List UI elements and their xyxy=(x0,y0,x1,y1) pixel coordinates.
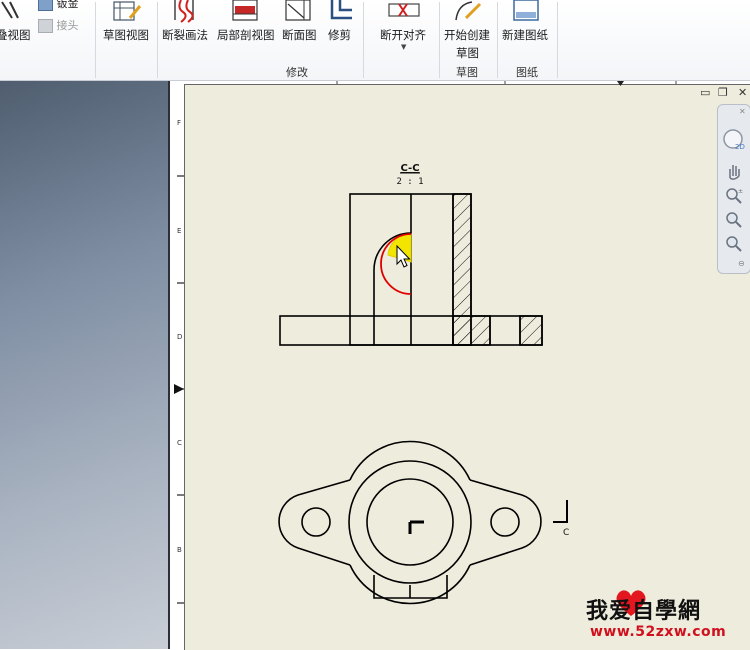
section-view-cc[interactable] xyxy=(279,193,543,346)
svg-text:2D: 2D xyxy=(735,143,745,151)
border-zone-label: C xyxy=(177,439,182,447)
view-cube-2d-icon[interactable]: 2D xyxy=(721,127,747,153)
watermark-url: www.52zxw.com xyxy=(590,624,727,640)
drawing-canvas: F E D C B C-C 2 : 1 C xyxy=(174,81,677,605)
navigation-bar: ✕ 2D ± ⊖ xyxy=(717,104,750,274)
border-zone-label: D xyxy=(177,333,182,341)
zoom-window-icon[interactable] xyxy=(724,210,744,230)
top-center-mark-icon xyxy=(617,81,624,86)
zoom-icon[interactable]: ± xyxy=(724,186,744,206)
left-center-mark-icon xyxy=(174,384,184,394)
border-zone-label: F xyxy=(177,119,181,127)
center-mark xyxy=(408,520,424,534)
watermark-title: 我爱自學網 xyxy=(586,599,702,624)
border-zone-label: B xyxy=(177,546,182,554)
border-zone-label: E xyxy=(177,227,181,235)
chevron-down-icon[interactable]: ⊖ xyxy=(738,259,745,268)
svg-text:±: ± xyxy=(738,188,743,195)
section-line-marker[interactable] xyxy=(553,500,568,523)
section-line-label: C xyxy=(563,528,569,538)
view-label-scale: 2 : 1 xyxy=(396,177,423,187)
view-label-name[interactable]: C-C xyxy=(400,163,419,174)
zoom-all-icon[interactable] xyxy=(724,234,744,254)
pan-hand-icon[interactable] xyxy=(724,161,744,181)
close-icon[interactable]: ✕ xyxy=(739,107,746,116)
top-ruler-ticks xyxy=(336,81,677,84)
